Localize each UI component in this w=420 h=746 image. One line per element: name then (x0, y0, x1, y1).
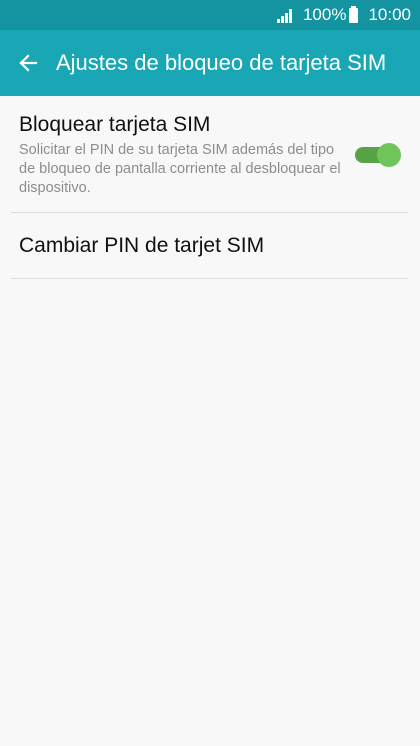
battery-percent: 100% (302, 5, 347, 24)
setting-change-sim-pin[interactable]: Cambiar PIN de tarjet SIM (19, 213, 408, 278)
setting-summary: Solicitar el PIN de su tarjeta SIM ademá… (19, 142, 341, 196)
setting-lock-sim-card[interactable]: Bloquear tarjeta SIM Solicitar el PIN de… (19, 96, 408, 212)
back-button[interactable] (0, 30, 56, 96)
divider (11, 278, 408, 279)
setting-title: Bloquear tarjeta SIM (19, 113, 211, 136)
toggle-thumb (377, 143, 401, 167)
app-bar: Ajustes de bloqueo de tarjeta SIM (0, 30, 420, 96)
status-bar: 100% 10:00 (0, 0, 420, 30)
battery-icon (349, 5, 359, 23)
page-title: Ajustes de bloqueo de tarjeta SIM (56, 50, 387, 75)
status-time: 10:00 (368, 5, 411, 24)
arrow-left-icon (19, 54, 38, 72)
setting-title: Cambiar PIN de tarjet SIM (19, 234, 265, 257)
signal-icon (276, 8, 293, 23)
lock-sim-toggle[interactable] (355, 143, 401, 167)
